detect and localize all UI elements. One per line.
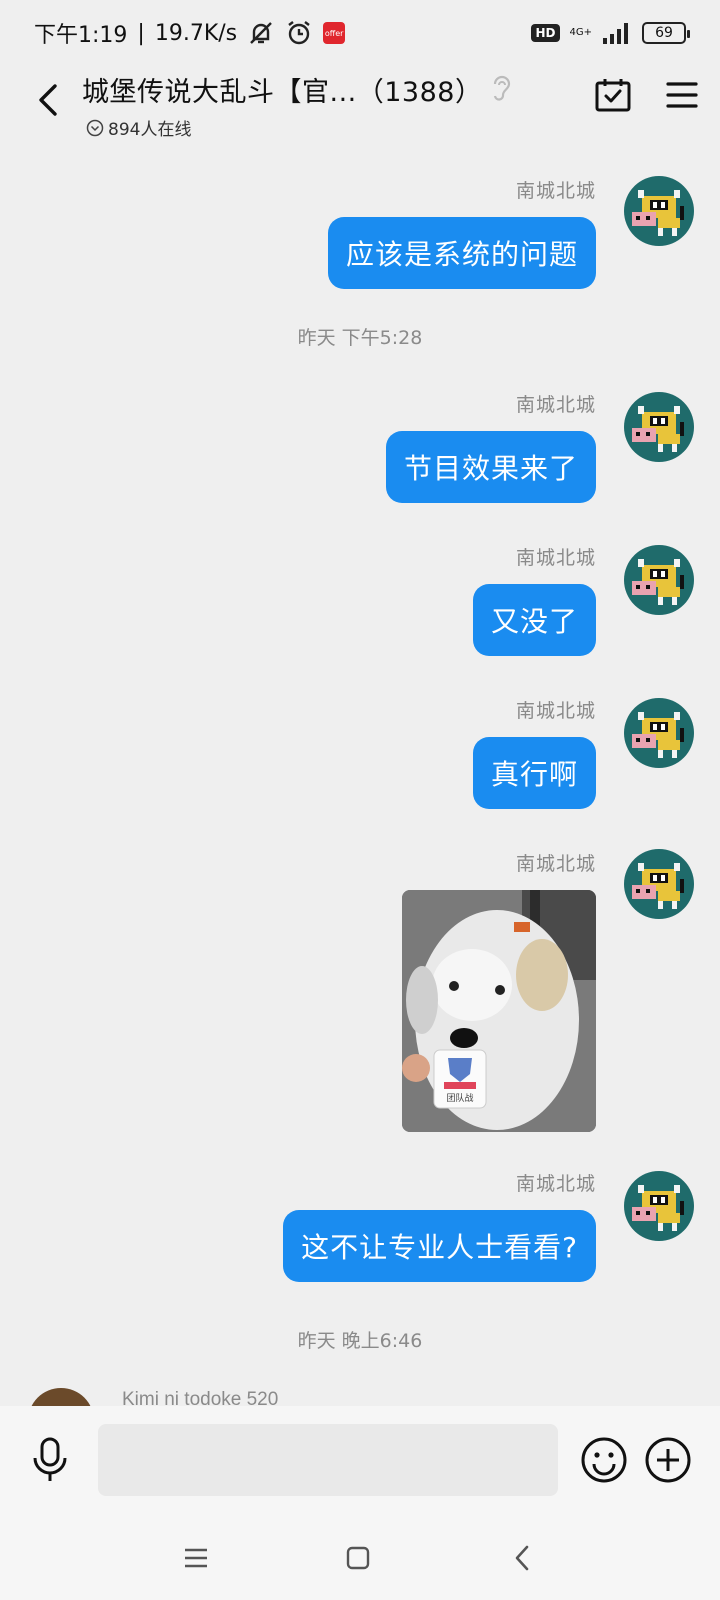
- avatar[interactable]: [28, 1388, 94, 1408]
- cow-avatar-icon: [632, 712, 684, 758]
- cow-avatar-icon: [632, 190, 684, 236]
- partial-message: Kimi ni todoke 520: [0, 1388, 720, 1408]
- message-bubble[interactable]: 又没了: [472, 584, 596, 656]
- message-item: 南城北城 真行啊: [472, 696, 596, 809]
- cow-avatar-icon: [632, 1185, 684, 1231]
- alarm-icon: [285, 19, 313, 47]
- microphone-icon[interactable]: [30, 1436, 70, 1488]
- avatar[interactable]: [624, 849, 694, 919]
- avatar[interactable]: [624, 698, 694, 768]
- battery-level: 69: [655, 25, 673, 41]
- menu-lines-icon: [185, 1548, 207, 1568]
- group-title[interactable]: 城堡传说大乱斗【官...（1388）: [82, 70, 482, 109]
- status-divider: |: [137, 20, 145, 46]
- message-bubble[interactable]: 这不让专业人士看看?: [283, 1210, 596, 1282]
- mute-bell-icon: [247, 19, 275, 47]
- chevron-left-icon: [39, 84, 57, 116]
- timestamp: 昨天 下午5:28: [297, 327, 423, 349]
- avatar[interactable]: [624, 545, 694, 615]
- system-back-button[interactable]: [502, 1538, 542, 1578]
- message-item: 南城北城 团队战: [402, 849, 596, 1132]
- cow-avatar-icon: [632, 406, 684, 452]
- signal-icon: [602, 22, 632, 44]
- message-bubble[interactable]: 应该是系统的问题: [327, 217, 596, 289]
- avatar[interactable]: [624, 1171, 694, 1241]
- sender-name: 南城北城: [515, 180, 596, 202]
- chevron-left-icon: [515, 1545, 529, 1571]
- battery-icon: 69: [642, 22, 690, 44]
- cow-avatar-icon: [632, 863, 684, 909]
- calendar-check-icon[interactable]: [594, 76, 632, 118]
- sender-name: 南城北城: [515, 700, 596, 722]
- dog-photo: 团队战: [402, 890, 596, 1132]
- avatar[interactable]: [624, 392, 694, 462]
- sender-name: 南城北城: [515, 853, 596, 875]
- timestamp: 昨天 晚上6:46: [297, 1330, 423, 1352]
- online-count-label: 894人在线: [108, 120, 192, 140]
- status-bar: 下午1:19 | 19.7K/s offer HD 4G+ 69: [0, 0, 720, 66]
- hd-badge: HD: [531, 24, 560, 42]
- message-bubble[interactable]: 节目效果来了: [385, 431, 596, 503]
- recent-apps-button[interactable]: [176, 1538, 216, 1578]
- image-badge-label: 团队战: [446, 1092, 473, 1104]
- message-item: 南城北城 节目效果来了: [385, 390, 596, 503]
- add-icon[interactable]: [644, 1436, 692, 1488]
- input-bar: [0, 1406, 720, 1516]
- emoji-icon[interactable]: [580, 1436, 628, 1488]
- message-item: 南城北城 应该是系统的问题: [327, 176, 596, 289]
- ear-icon: [490, 74, 512, 106]
- network-type: 4G+: [569, 27, 593, 38]
- sender-name: 南城北城: [515, 394, 596, 416]
- avatar[interactable]: [624, 176, 694, 246]
- offer-app-icon: offer: [323, 22, 346, 44]
- back-button[interactable]: [18, 70, 78, 130]
- cow-avatar-icon: [632, 559, 684, 605]
- status-speed: 19.7K/s: [154, 20, 238, 46]
- message-item: 南城北城 这不让专业人士看看?: [283, 1169, 596, 1282]
- message-input[interactable]: [98, 1424, 558, 1496]
- sender-name: 南城北城: [515, 1173, 596, 1195]
- message-item: 南城北城 又没了: [472, 543, 596, 656]
- square-icon: [346, 1546, 370, 1570]
- system-nav-bar: [0, 1516, 720, 1600]
- chevron-down-circle-icon: [86, 119, 104, 136]
- online-count[interactable]: 894人在线: [86, 115, 512, 140]
- status-time: 下午1:19: [34, 23, 128, 48]
- chat-header: 城堡传说大乱斗【官...（1388） 894人在线: [0, 66, 720, 140]
- home-button[interactable]: [338, 1538, 378, 1578]
- image-message[interactable]: 团队战: [402, 890, 596, 1132]
- message-bubble[interactable]: 真行啊: [472, 737, 596, 809]
- menu-icon[interactable]: [666, 81, 698, 113]
- sender-name: 南城北城: [515, 547, 596, 569]
